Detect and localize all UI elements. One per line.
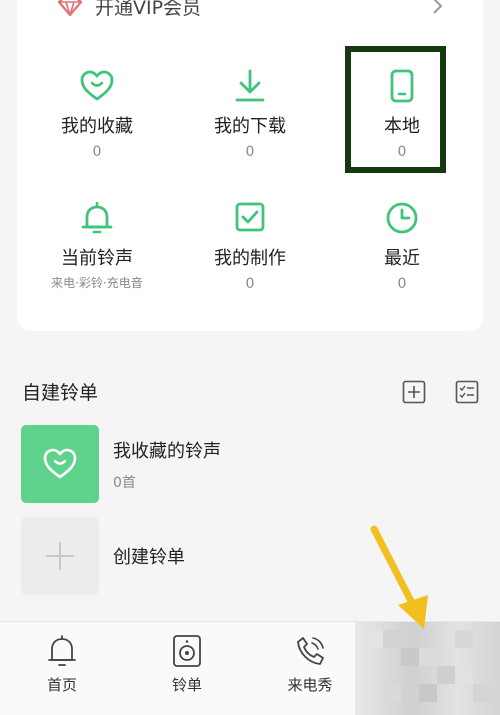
grid-count: 0 [92, 144, 102, 160]
checkbox-icon [235, 202, 265, 232]
add-playlist-icon[interactable] [402, 380, 426, 404]
bell-icon [81, 201, 113, 234]
obscured-region [355, 622, 500, 715]
manage-playlist-icon[interactable] [455, 380, 479, 404]
grid-item-recent[interactable]: 最近 0 [327, 200, 477, 292]
grid-item-my-creations[interactable]: 我的制作 0 [175, 200, 325, 292]
grid-label: 我的下载 [214, 116, 286, 137]
nav-label: 来电秀 [287, 676, 333, 694]
vip-label: 开通VIP会员 [95, 0, 202, 19]
annotation-arrow-icon [370, 525, 428, 629]
grid-item-downloads[interactable]: 我的下载 0 [175, 68, 325, 160]
speaker-icon [173, 635, 201, 667]
grid-label: 当前铃声 [61, 248, 133, 269]
playlist-title: 我收藏的铃声 [113, 441, 221, 462]
grid-label: 我的制作 [214, 248, 286, 269]
grid-count: 0 [245, 144, 255, 160]
playlist-cover [21, 425, 99, 503]
clock-icon [386, 202, 418, 234]
grid-label: 最近 [384, 248, 420, 269]
grid-count: 0 [397, 276, 407, 292]
nav-home[interactable]: 首页 [17, 634, 107, 695]
heart-smile-icon [80, 70, 114, 101]
playlist-favorites[interactable]: 我收藏的铃声 0首 [21, 425, 481, 503]
chevron-right-icon [433, 0, 443, 14]
nav-caller-show[interactable]: 来电秀 [265, 634, 355, 695]
playlist-title: 创建铃单 [113, 547, 185, 568]
grid-item-current-ringtone[interactable]: 当前铃声 来电·彩铃·充电音 [22, 200, 172, 291]
grid-subtitle: 来电·彩铃·充电音 [51, 276, 143, 290]
grid-count: 0 [245, 276, 255, 292]
grid-label: 我的收藏 [61, 116, 133, 137]
phone-call-icon [297, 637, 324, 665]
diamond-icon [57, 0, 83, 16]
nav-playlists[interactable]: 铃单 [142, 634, 232, 695]
bell-home-icon [48, 635, 76, 666]
nav-label: 铃单 [171, 676, 202, 694]
create-playlist-cover [21, 517, 99, 595]
plus-icon [46, 542, 74, 570]
nav-label: 首页 [46, 676, 77, 694]
section-title: 自建铃单 [22, 382, 99, 404]
playlist-count: 0首 [113, 475, 136, 491]
grid-item-favorites[interactable]: 我的收藏 0 [22, 68, 172, 160]
download-icon [235, 69, 265, 102]
highlight-box [345, 46, 446, 173]
heart-smile-icon [43, 448, 77, 479]
